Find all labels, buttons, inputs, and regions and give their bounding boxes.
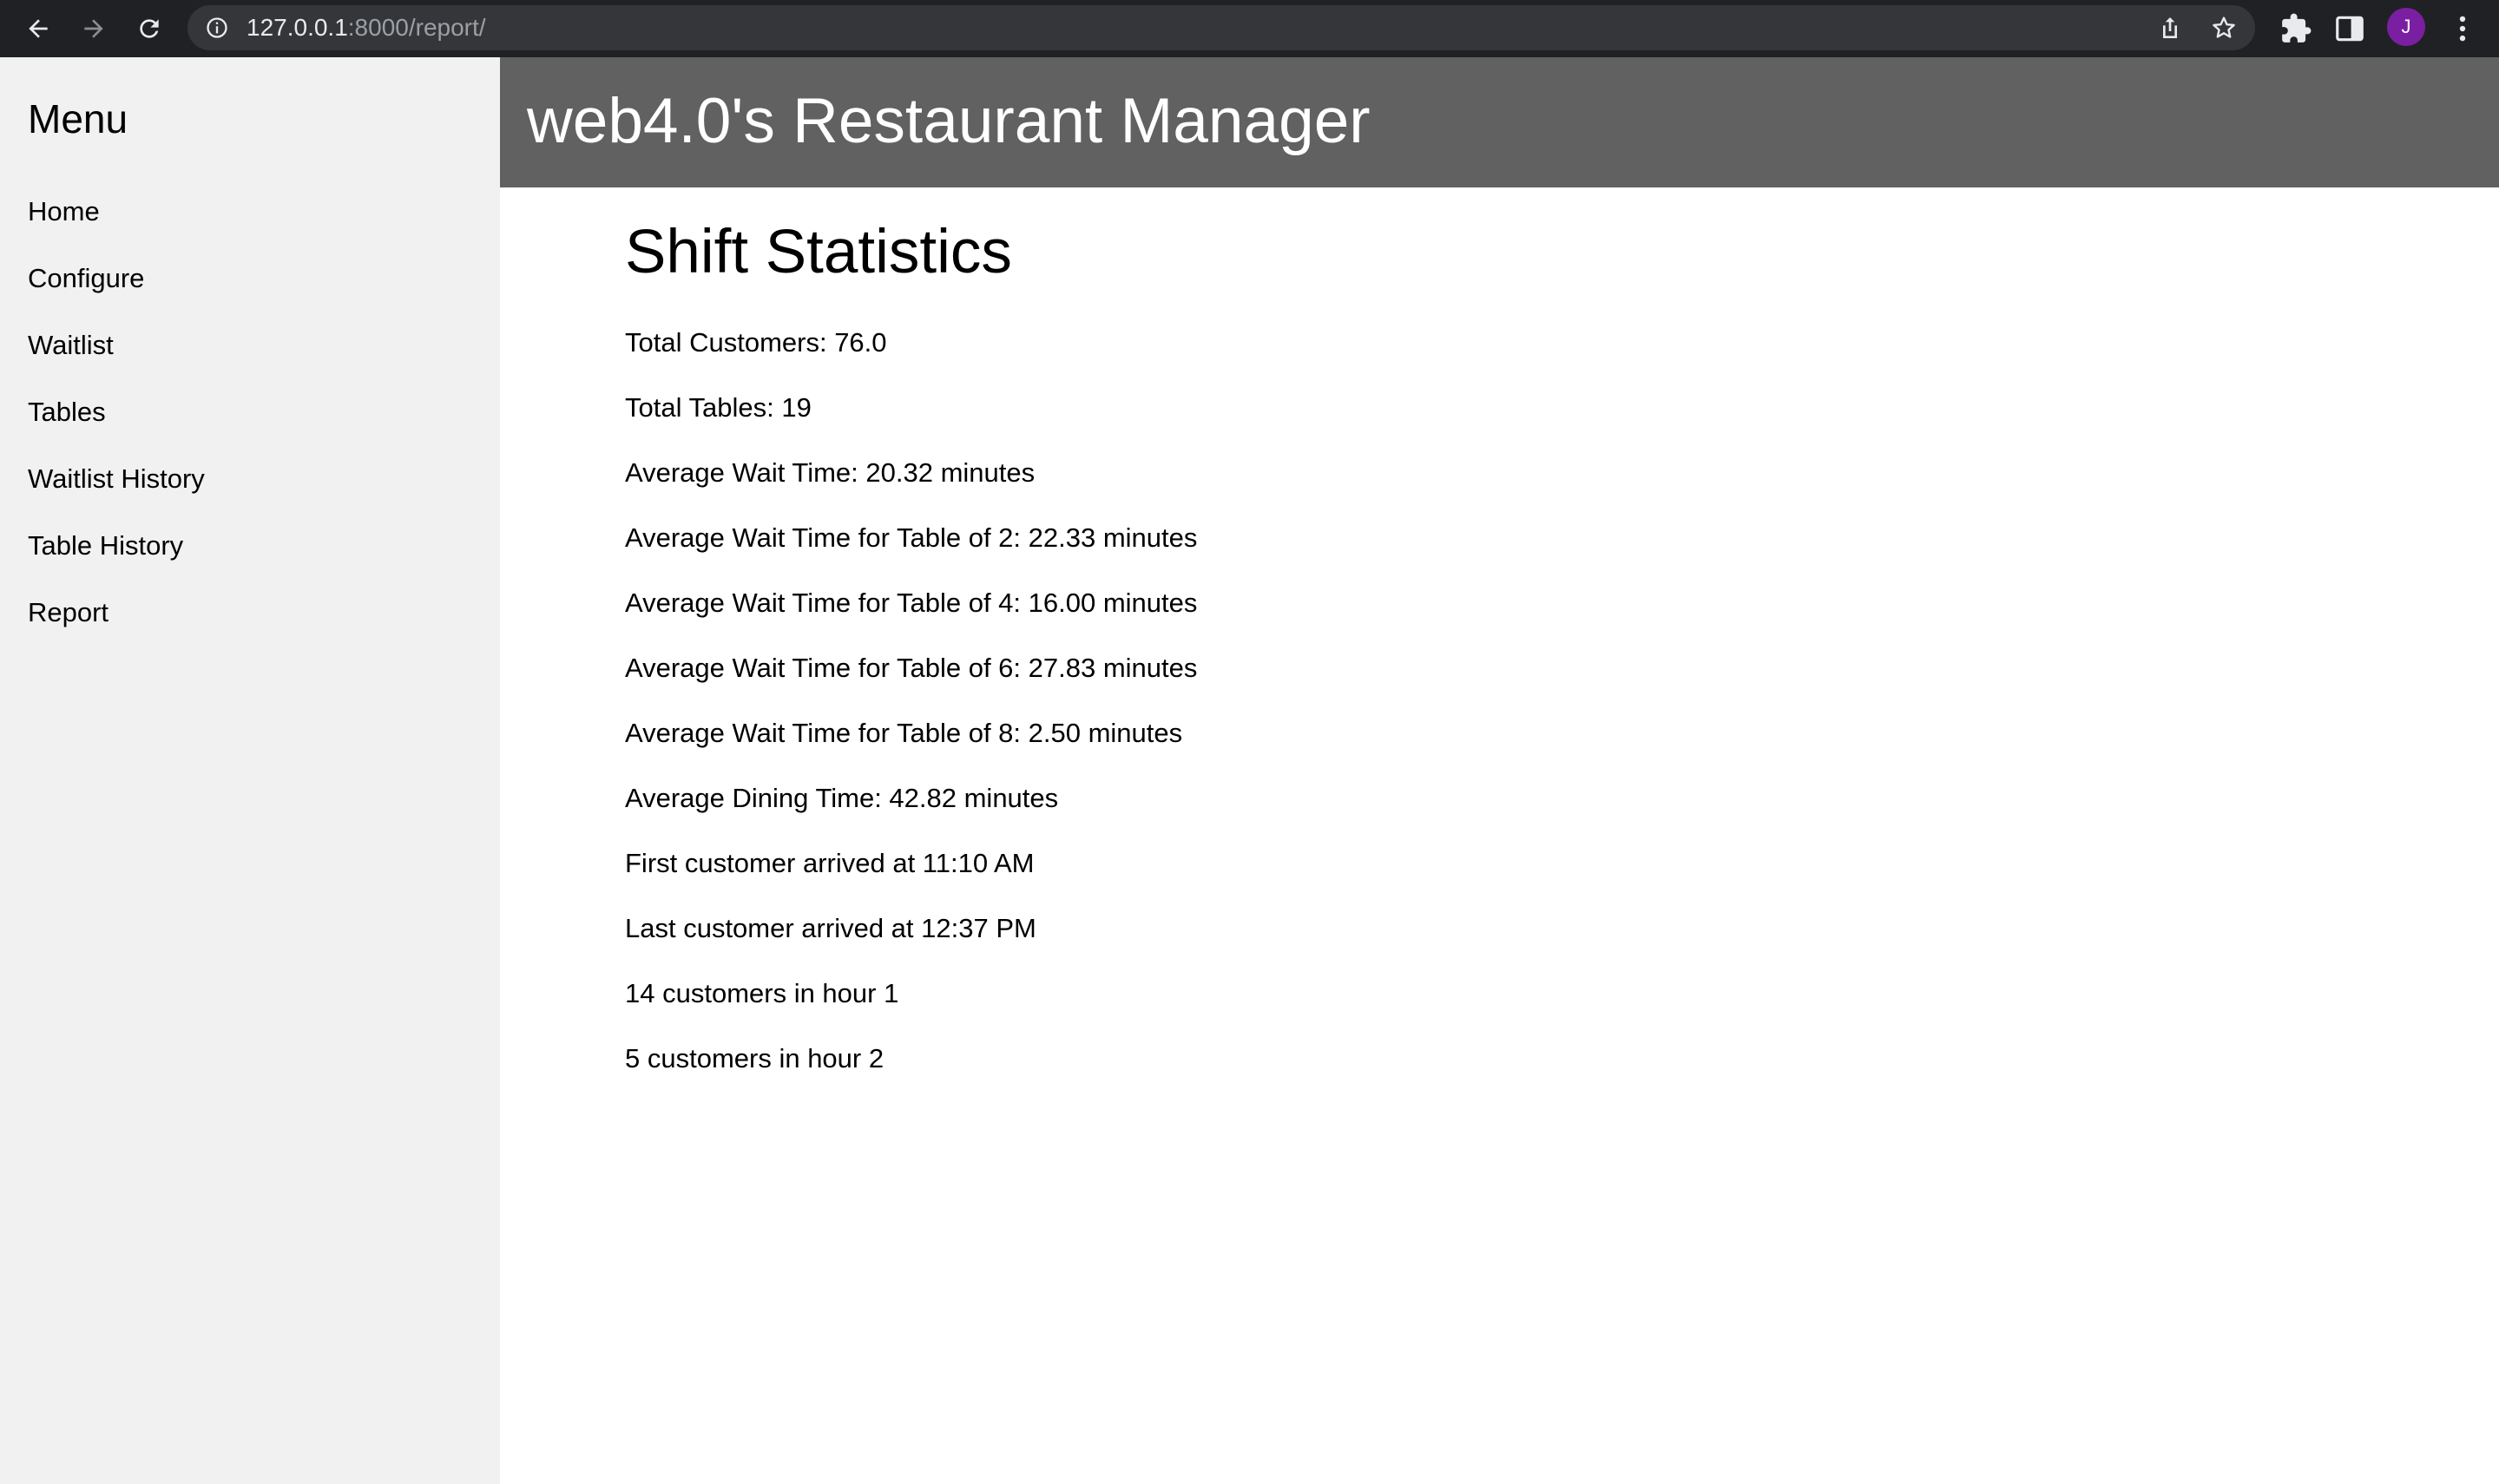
stat-last-customer: Last customer arrived at 12:37 PM bbox=[625, 913, 1036, 943]
sidebar-item-report[interactable]: Report bbox=[28, 597, 205, 664]
stat-customers-hour-1: 14 customers in hour 1 bbox=[625, 978, 899, 1008]
profile-avatar[interactable]: J bbox=[2387, 8, 2425, 46]
menu-title: Menu bbox=[28, 96, 128, 141]
sidebar-item-table-history[interactable]: Table History bbox=[28, 530, 205, 597]
url-text[interactable]: 127.0.0.1:8000/report/ bbox=[247, 5, 486, 50]
forward-button[interactable] bbox=[73, 8, 115, 49]
stat-wait-time-table-8: Average Wait Time for Table of 8: 2.50 m… bbox=[625, 718, 1183, 748]
stat-total-tables: Total Tables: 19 bbox=[625, 392, 812, 423]
stat-wait-time-table-4: Average Wait Time for Table of 4: 16.00 … bbox=[625, 588, 1198, 618]
sidebar-item-tables[interactable]: Tables bbox=[28, 397, 205, 463]
info-icon[interactable] bbox=[205, 16, 229, 40]
stat-wait-time-table-6: Average Wait Time for Table of 6: 27.83 … bbox=[625, 653, 1198, 683]
stat-wait-time-table-2: Average Wait Time for Table of 2: 22.33 … bbox=[625, 522, 1198, 553]
side-panel-icon[interactable] bbox=[2333, 12, 2366, 45]
app-title: web4.0's Restaurant Manager bbox=[527, 86, 1371, 156]
stat-first-customer: First customer arrived at 11:10 AM bbox=[625, 848, 1035, 878]
back-icon bbox=[29, 19, 48, 38]
stat-total-customers: Total Customers: 76.0 bbox=[625, 327, 887, 358]
back-button[interactable] bbox=[17, 8, 59, 49]
forward-icon bbox=[84, 19, 103, 38]
sidebar-item-waitlist-history[interactable]: Waitlist History bbox=[28, 463, 205, 530]
extensions-icon[interactable] bbox=[2279, 12, 2312, 45]
share-icon[interactable] bbox=[2156, 14, 2184, 42]
kebab-menu-icon[interactable] bbox=[2446, 12, 2479, 45]
sidebar-item-home[interactable]: Home bbox=[28, 196, 205, 263]
url-path: :8000/report/ bbox=[347, 14, 486, 41]
sidebar-item-waitlist[interactable]: Waitlist bbox=[28, 330, 205, 397]
stat-average-wait-time: Average Wait Time: 20.32 minutes bbox=[625, 457, 1036, 488]
sidebar-item-configure[interactable]: Configure bbox=[28, 263, 205, 330]
reload-icon bbox=[140, 19, 159, 38]
url-host: 127.0.0.1 bbox=[247, 14, 348, 41]
reload-button[interactable] bbox=[128, 8, 170, 49]
stat-average-dining-time: Average Dining Time: 42.82 minutes bbox=[625, 783, 1059, 813]
address-bar[interactable]: 127.0.0.1:8000/report/ bbox=[187, 5, 2255, 50]
app-header: web4.0's Restaurant Manager bbox=[500, 57, 2499, 187]
stats-list: Total Customers: 76.0 Total Tables: 19 A… bbox=[625, 327, 1197, 1108]
stat-customers-hour-2: 5 customers in hour 2 bbox=[625, 1043, 885, 1074]
sidebar-menu: Home Configure Waitlist Tables Waitlist … bbox=[28, 196, 205, 664]
sidebar: Menu Home Configure Waitlist Tables Wait… bbox=[0, 57, 500, 1484]
page-title: Shift Statistics bbox=[625, 218, 1012, 286]
star-icon[interactable] bbox=[2210, 14, 2238, 42]
browser-toolbar: 127.0.0.1:8000/report/ J bbox=[0, 0, 2499, 57]
